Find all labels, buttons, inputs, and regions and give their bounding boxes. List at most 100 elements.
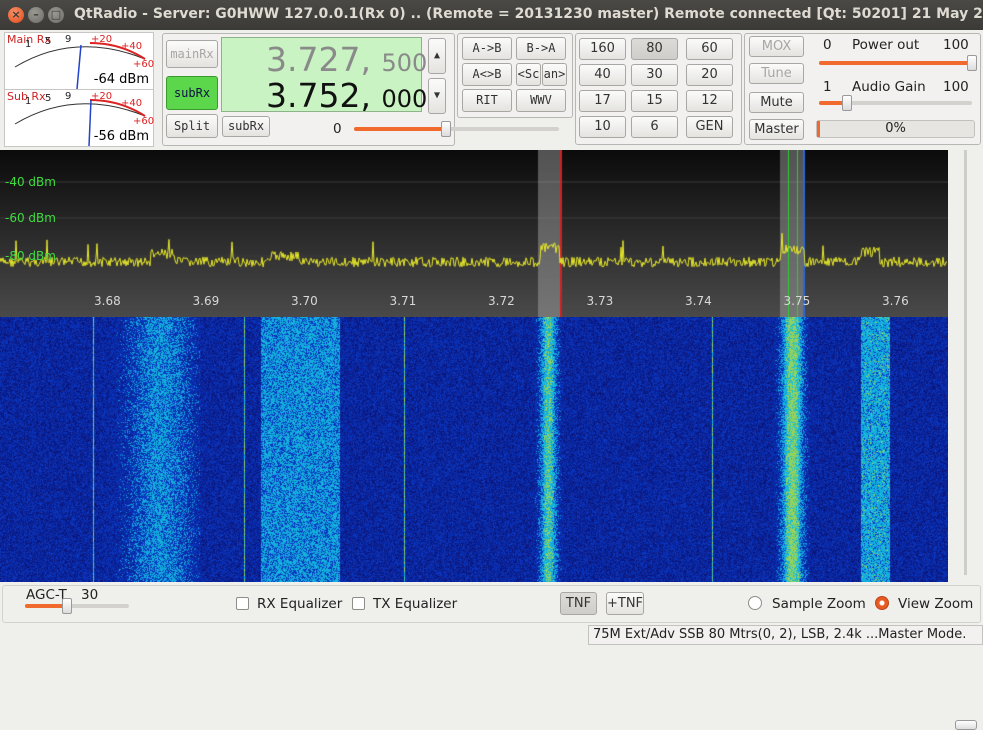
- status-bar: 75M Ext/Adv SSB 80 Mtrs(0, 2), LSB, 2.4k…: [588, 625, 983, 645]
- waterfall-display[interactable]: [0, 317, 948, 582]
- main-frequency: 3.727, 500: [266, 40, 427, 79]
- b-to-a-button[interactable]: B->A: [516, 37, 566, 60]
- sub-rx-tick-60: +60: [133, 116, 155, 127]
- rit-button[interactable]: RIT: [462, 89, 512, 112]
- master-button[interactable]: Master: [749, 119, 804, 140]
- frequency-tick-label: 3.72: [488, 294, 515, 308]
- dbm-gridline-label: -60 dBm: [5, 211, 56, 225]
- power-out-slider[interactable]: [819, 55, 977, 71]
- sub-rx-select-button[interactable]: subRx: [166, 76, 218, 110]
- add-tnf-button[interactable]: +TNF: [606, 592, 644, 615]
- split-button[interactable]: Split: [166, 114, 218, 138]
- sub-rx-tick-5: 5: [45, 93, 52, 104]
- frequency-up-button[interactable]: ▲: [428, 38, 446, 74]
- frequency-tick-label: 3.69: [192, 294, 220, 308]
- sub-rx-tick-1: 1: [25, 96, 32, 107]
- audio-gain-slider-handle[interactable]: [841, 95, 852, 111]
- band-button-6[interactable]: 6: [631, 116, 678, 138]
- agc-t-label: AGC-T: [26, 587, 67, 603]
- band-button-60[interactable]: 60: [686, 38, 733, 60]
- band-button-160[interactable]: 160: [579, 38, 626, 60]
- main-rx-tick-40: +40: [121, 41, 143, 52]
- view-zoom-label: View Zoom: [898, 596, 974, 612]
- master-progress-text: 0%: [885, 121, 906, 136]
- main-rx-tick-9: 9: [65, 34, 72, 45]
- power-max: 100: [943, 37, 969, 53]
- band-button-15[interactable]: 15: [631, 90, 678, 112]
- sample-zoom-radio[interactable]: [748, 596, 762, 610]
- a-swap-b-button[interactable]: A<>B: [462, 63, 512, 86]
- rx-equalizer-checkbox[interactable]: [236, 597, 249, 610]
- dbm-gridline-label: -80 dBm: [5, 249, 56, 263]
- band-button-17[interactable]: 17: [579, 90, 626, 112]
- maximize-window-button[interactable]: □: [48, 7, 64, 23]
- frequency-down-button[interactable]: ▼: [428, 78, 446, 114]
- tune-button[interactable]: Tune: [749, 63, 804, 84]
- band-button-gen[interactable]: GEN: [686, 116, 733, 138]
- maximize-icon: □: [50, 8, 62, 21]
- tune-slider-fill: [354, 127, 447, 131]
- audio-gain-slider[interactable]: [819, 95, 972, 111]
- main-rx-meter: Main Rx 1 5 9 +20 +40 +60 -64 dBm: [4, 32, 154, 90]
- panadapter[interactable]: -40 dBm -60 dBm -80 dBm 3.68 3.69 3.70 3.71 3.…: [0, 150, 948, 582]
- main-rx-tick-1: 1: [25, 39, 32, 50]
- power-out-label: Power out: [852, 37, 920, 53]
- gain-min: 1: [823, 79, 832, 95]
- scan-right-button[interactable]: an>: [542, 63, 567, 86]
- gain-max: 100: [943, 79, 969, 95]
- mute-button[interactable]: Mute: [749, 92, 804, 113]
- tune-slider[interactable]: [354, 121, 559, 137]
- agc-t-slider-handle[interactable]: [61, 598, 72, 614]
- title-bar: × – □ QtRadio - Server: G0HWW 127.0.0.1(…: [0, 0, 983, 30]
- sub-frequency-hz: 000: [381, 85, 428, 113]
- agc-t-value: 30: [81, 587, 99, 603]
- master-progress-fill: [817, 121, 820, 137]
- band-button-10[interactable]: 10: [579, 116, 626, 138]
- sub-rx-meter: Sub Rx 1 5 9 +20 +40 +60 -56 dBm: [4, 89, 154, 147]
- sub-rx-button[interactable]: subRx: [222, 116, 270, 137]
- agc-t-slider[interactable]: [25, 598, 129, 614]
- sub-rx-tick-9: 9: [65, 91, 72, 102]
- main-frequency-mhz: 3.727,: [266, 40, 371, 79]
- frequency-tick-label: 3.75: [783, 294, 811, 308]
- main-rx-tick-60: +60: [133, 59, 155, 70]
- dbm-gridline-label: -40 dBm: [5, 175, 56, 189]
- mox-button[interactable]: MOX: [749, 36, 804, 57]
- scan-left-button[interactable]: <Sc: [516, 63, 541, 86]
- frequency-tick-label: 3.71: [389, 294, 417, 308]
- power-out-slider-handle[interactable]: [967, 55, 977, 71]
- rx-equalizer-label: RX Equalizer: [257, 596, 343, 612]
- frequency-tick-label: 3.70: [291, 294, 318, 308]
- a-to-b-button[interactable]: A->B: [462, 37, 512, 60]
- tune-slider-handle[interactable]: [441, 121, 452, 137]
- sub-rx-tick-40: +40: [121, 98, 143, 109]
- sub-frequency: 3.752, 000: [266, 76, 427, 115]
- arrow-down-icon: ▼: [433, 90, 441, 101]
- close-icon: ×: [11, 8, 21, 21]
- close-window-button[interactable]: ×: [8, 7, 24, 23]
- band-button-40[interactable]: 40: [579, 64, 626, 86]
- band-button-20[interactable]: 20: [686, 64, 733, 86]
- band-button-80[interactable]: 80: [631, 38, 678, 60]
- band-button-12[interactable]: 12: [686, 90, 733, 112]
- scrollbar-handle[interactable]: [955, 720, 977, 730]
- frequency-display[interactable]: 3.727, 500 3.752, 000: [221, 37, 427, 115]
- sub-rx-dbm: -56 dBm: [93, 129, 149, 144]
- spectrum-display[interactable]: [0, 150, 948, 317]
- agc-t-slider-fill: [25, 604, 67, 608]
- tx-equalizer-checkbox[interactable]: [352, 597, 365, 610]
- main-rx-tick-5: 5: [45, 36, 52, 47]
- sub-rx-tick-20: +20: [91, 91, 113, 102]
- power-min: 0: [823, 37, 832, 53]
- band-button-30[interactable]: 30: [631, 64, 678, 86]
- view-zoom-radio[interactable]: [875, 596, 889, 610]
- vertical-scrollbar[interactable]: [952, 150, 981, 730]
- audio-gain-label: Audio Gain: [852, 79, 926, 95]
- minimize-window-button[interactable]: –: [28, 7, 44, 23]
- wwv-button[interactable]: WWV: [516, 89, 566, 112]
- frequency-tick-label: 3.74: [685, 294, 712, 308]
- frequency-tick-label: 3.73: [586, 294, 614, 308]
- tnf-button[interactable]: TNF: [560, 592, 597, 615]
- main-rx-button[interactable]: mainRx: [166, 40, 218, 68]
- frequency-tick-label: 3.76: [882, 294, 909, 308]
